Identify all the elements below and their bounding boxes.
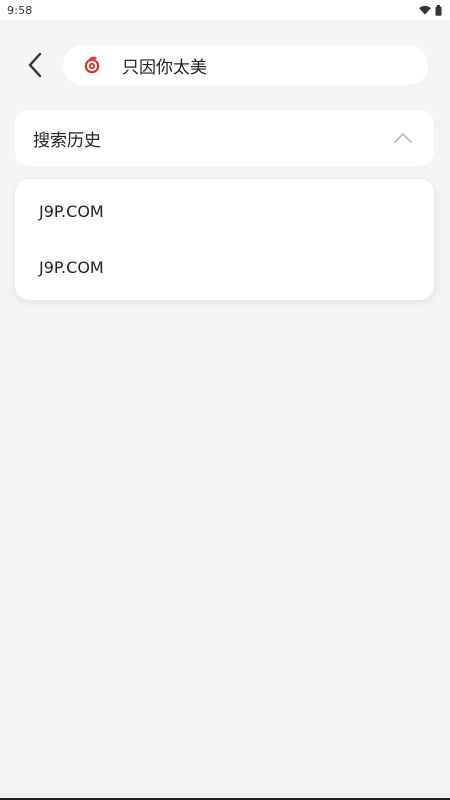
status-time: 9:58 bbox=[7, 3, 33, 17]
status-icons bbox=[419, 4, 442, 16]
chevron-up-icon[interactable] bbox=[392, 127, 414, 149]
netease-music-icon bbox=[83, 56, 101, 74]
search-box[interactable] bbox=[63, 45, 428, 85]
search-input[interactable] bbox=[122, 55, 402, 75]
chevron-left-icon bbox=[27, 52, 43, 82]
search-history-list: J9P.COM J9P.COM bbox=[15, 179, 434, 300]
status-bar: 9:58 bbox=[0, 0, 450, 20]
history-item[interactable]: J9P.COM bbox=[15, 239, 434, 295]
search-history-header[interactable]: 搜索历史 bbox=[15, 110, 434, 166]
search-history-title: 搜索历史 bbox=[33, 130, 101, 151]
back-button[interactable] bbox=[20, 52, 50, 82]
wifi-icon bbox=[419, 5, 431, 15]
history-item[interactable]: J9P.COM bbox=[15, 183, 434, 239]
battery-icon bbox=[435, 4, 442, 16]
